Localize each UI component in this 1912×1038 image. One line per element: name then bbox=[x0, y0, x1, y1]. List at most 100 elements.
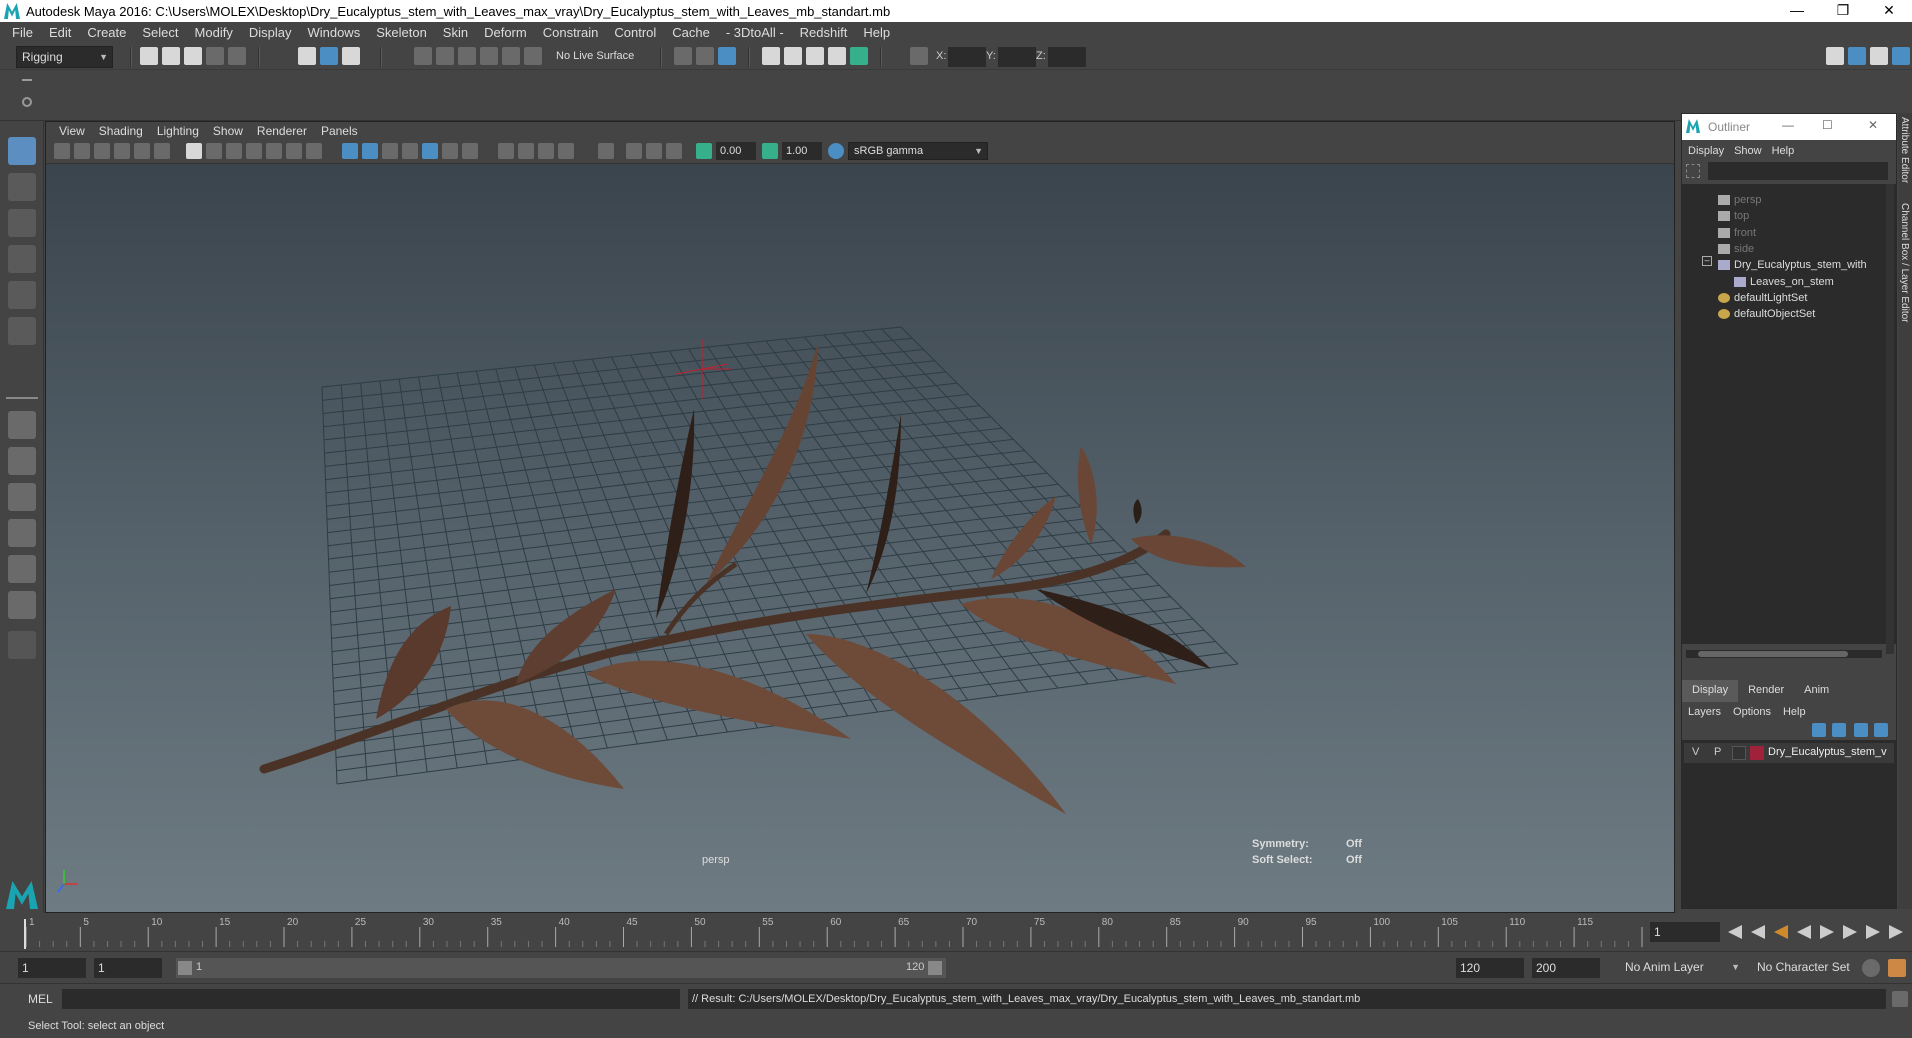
menu-item[interactable]: Modify bbox=[187, 25, 241, 40]
isolate-select-icon[interactable] bbox=[598, 143, 614, 159]
snap-grid-icon[interactable] bbox=[414, 47, 432, 65]
exposure-icon[interactable] bbox=[696, 143, 712, 159]
step-forward-key-icon[interactable] bbox=[1866, 925, 1880, 939]
range-slider[interactable]: 1 120 bbox=[176, 958, 946, 978]
transform-icon[interactable] bbox=[910, 47, 928, 65]
start-time-field[interactable]: 1 bbox=[18, 958, 86, 978]
current-time-indicator[interactable] bbox=[24, 919, 26, 949]
command-input[interactable] bbox=[62, 989, 680, 1009]
modeling-toolkit-icon[interactable] bbox=[1892, 47, 1910, 65]
film-gate-icon[interactable] bbox=[206, 143, 222, 159]
filter-icon[interactable] bbox=[1686, 164, 1700, 178]
outliner-search-field[interactable] bbox=[1708, 162, 1888, 180]
attribute-editor-tab[interactable]: Attribute Editor bbox=[1899, 117, 1910, 183]
playback-start-field[interactable]: 1 bbox=[94, 958, 162, 978]
current-frame-field[interactable]: 1 bbox=[1650, 922, 1720, 942]
hypershade-icon[interactable] bbox=[850, 47, 868, 65]
menu-item[interactable]: - 3DtoAll - bbox=[718, 25, 792, 40]
more-layouts-icon[interactable] bbox=[8, 631, 36, 659]
single-pane-layout-icon[interactable] bbox=[8, 411, 36, 439]
viewport-menu-item[interactable]: Show bbox=[206, 124, 250, 138]
backface-cull-icon[interactable] bbox=[666, 143, 682, 159]
make-live-icon[interactable] bbox=[524, 47, 542, 65]
render-current-icon[interactable] bbox=[784, 47, 802, 65]
select-hierarchy-icon[interactable] bbox=[298, 47, 316, 65]
output-ops-icon[interactable] bbox=[696, 47, 714, 65]
snap-view-icon[interactable] bbox=[480, 47, 498, 65]
view-transform-dropdown[interactable]: sRGB gamma ▼ bbox=[848, 142, 988, 160]
select-object-icon[interactable] bbox=[320, 47, 338, 65]
exposure-field[interactable]: 0.00 bbox=[716, 142, 756, 160]
grid-toggle-icon[interactable] bbox=[186, 143, 202, 159]
gamma-icon[interactable] bbox=[762, 143, 778, 159]
select-component-icon[interactable] bbox=[342, 47, 360, 65]
menu-item[interactable]: Cache bbox=[664, 25, 718, 40]
layer-editor-tab[interactable]: Render bbox=[1738, 680, 1794, 702]
play-backward-icon[interactable] bbox=[1797, 925, 1811, 939]
xray-icon[interactable] bbox=[558, 143, 574, 159]
eucalyptus-stem-model[interactable] bbox=[259, 342, 1246, 814]
restore-button[interactable]: ❐ bbox=[1820, 0, 1866, 22]
go-to-end-icon[interactable] bbox=[1889, 925, 1903, 939]
menu-item[interactable]: Redshift bbox=[792, 25, 856, 40]
render-view-icon[interactable] bbox=[762, 47, 780, 65]
viewport-menu-item[interactable]: Shading bbox=[92, 124, 150, 138]
channel-box-toggle-icon[interactable] bbox=[1848, 47, 1866, 65]
two-pane-layout-icon[interactable] bbox=[8, 483, 36, 511]
channel-box-tab[interactable]: Channel Box / Layer Editor bbox=[1899, 203, 1910, 323]
snap-curve-icon[interactable] bbox=[436, 47, 454, 65]
new-scene-icon[interactable] bbox=[140, 47, 158, 65]
viewport-menu-item[interactable]: Lighting bbox=[150, 124, 206, 138]
expand-collapse-icon[interactable]: – bbox=[1702, 256, 1712, 266]
menu-item[interactable]: Help bbox=[855, 25, 898, 40]
viewport-menu-item[interactable]: Panels bbox=[314, 124, 365, 138]
z-field[interactable] bbox=[1048, 47, 1086, 67]
image-plane-icon[interactable] bbox=[114, 143, 130, 159]
two-d-pan-icon[interactable] bbox=[134, 143, 150, 159]
safe-action-icon[interactable] bbox=[286, 143, 302, 159]
range-end-handle[interactable] bbox=[928, 961, 942, 975]
menu-item[interactable]: Windows bbox=[299, 25, 368, 40]
textured-icon[interactable] bbox=[402, 143, 418, 159]
character-set-dropdown[interactable]: No Character Set bbox=[1752, 958, 1872, 978]
layer-playback-toggle[interactable]: P bbox=[1714, 746, 1721, 758]
play-forward-icon[interactable] bbox=[1820, 925, 1834, 939]
auto-key-icon[interactable] bbox=[1862, 959, 1880, 977]
layer-editor-menu-item[interactable]: Options bbox=[1733, 706, 1783, 718]
use-all-lights-icon[interactable] bbox=[422, 143, 438, 159]
wireframe-on-shaded-icon[interactable] bbox=[382, 143, 398, 159]
xray-active-icon[interactable] bbox=[646, 143, 662, 159]
menu-item[interactable]: Deform bbox=[476, 25, 535, 40]
motion-blur-icon[interactable] bbox=[498, 143, 514, 159]
shelf-settings-icon[interactable] bbox=[22, 97, 32, 107]
outliner-minimize-button[interactable]: — bbox=[1782, 118, 1794, 132]
step-back-key-icon[interactable] bbox=[1751, 925, 1765, 939]
range-start-handle[interactable] bbox=[178, 961, 192, 975]
render-settings-icon[interactable] bbox=[828, 47, 846, 65]
grease-pencil-icon[interactable] bbox=[154, 143, 170, 159]
bookmark-icon[interactable] bbox=[94, 143, 110, 159]
layer-editor-tab[interactable]: Display bbox=[1682, 680, 1739, 702]
redo-icon[interactable] bbox=[228, 47, 246, 65]
viewport-menu-item[interactable]: Renderer bbox=[250, 124, 314, 138]
menu-item[interactable]: Edit bbox=[41, 25, 79, 40]
scale-tool-icon[interactable] bbox=[8, 317, 36, 345]
camera-select-icon[interactable] bbox=[54, 143, 70, 159]
menu-item[interactable]: Skin bbox=[435, 25, 476, 40]
undo-icon[interactable] bbox=[206, 47, 224, 65]
layer-color-swatch[interactable] bbox=[1750, 746, 1764, 760]
outliner-menu-item[interactable]: Show bbox=[1734, 145, 1772, 157]
end-time-field[interactable]: 200 bbox=[1532, 958, 1600, 978]
outliner-vscroll[interactable] bbox=[1886, 184, 1894, 654]
layer-editor-menu-item[interactable]: Layers bbox=[1688, 706, 1733, 718]
layer-editor-tab[interactable]: Anim bbox=[1794, 680, 1839, 702]
color-management-icon[interactable] bbox=[828, 143, 844, 159]
input-ops-icon[interactable] bbox=[674, 47, 692, 65]
scene-view[interactable] bbox=[46, 164, 1674, 912]
move-tool-icon[interactable] bbox=[8, 245, 36, 273]
menu-item[interactable]: Create bbox=[79, 25, 134, 40]
layer-type-toggle[interactable] bbox=[1732, 746, 1746, 760]
safe-title-icon[interactable] bbox=[306, 143, 322, 159]
xray-joints-icon[interactable] bbox=[626, 143, 642, 159]
menu-item[interactable]: Constrain bbox=[535, 25, 607, 40]
